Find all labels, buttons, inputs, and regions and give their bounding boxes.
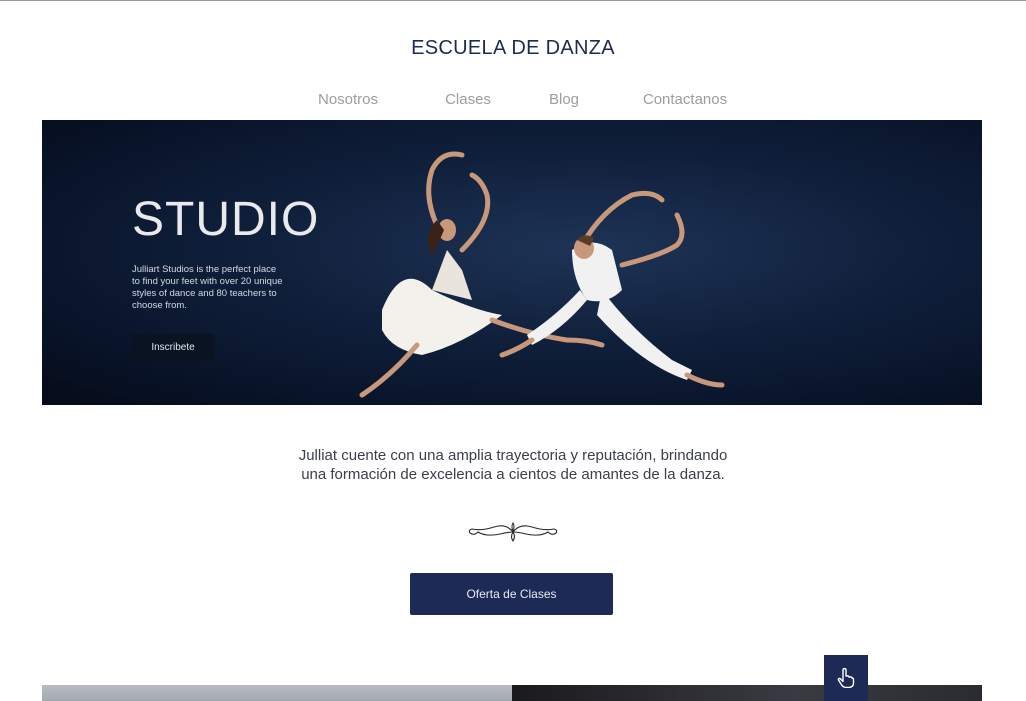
gallery-image-left: [42, 685, 512, 701]
hero-title: STUDIO: [132, 193, 320, 246]
floating-action-button[interactable]: [824, 655, 868, 701]
dancers-image: [359, 151, 725, 398]
hero-description: Julliart Studios is the perfect place to…: [132, 264, 283, 311]
gallery-image-right: [512, 685, 982, 701]
nav-item-nosotros[interactable]: Nosotros: [302, 91, 394, 108]
hand-pointer-icon: [837, 668, 855, 688]
nav-item-clases[interactable]: Clases: [438, 91, 498, 108]
nav-item-contactanos[interactable]: Contactanos: [630, 91, 740, 108]
decorative-flourish-icon: [468, 522, 558, 542]
class-offer-button[interactable]: Oferta de Clases: [410, 573, 613, 615]
nav-item-blog[interactable]: Blog: [542, 91, 586, 108]
site-title: ESCUELA DE DANZA: [411, 37, 615, 59]
main-nav: Nosotros Clases Blog Contactanos: [302, 91, 740, 108]
intro-line-2: una formación de excelencia a cientos de…: [301, 466, 725, 483]
hero-banner: STUDIO Julliart Studios is the perfect p…: [42, 120, 982, 405]
intro-line-1: Julliat cuente con una amplia trayectori…: [298, 447, 728, 464]
enroll-button[interactable]: Inscribete: [132, 334, 214, 360]
intro-text: Julliat cuente con una amplia trayectori…: [0, 446, 1026, 484]
